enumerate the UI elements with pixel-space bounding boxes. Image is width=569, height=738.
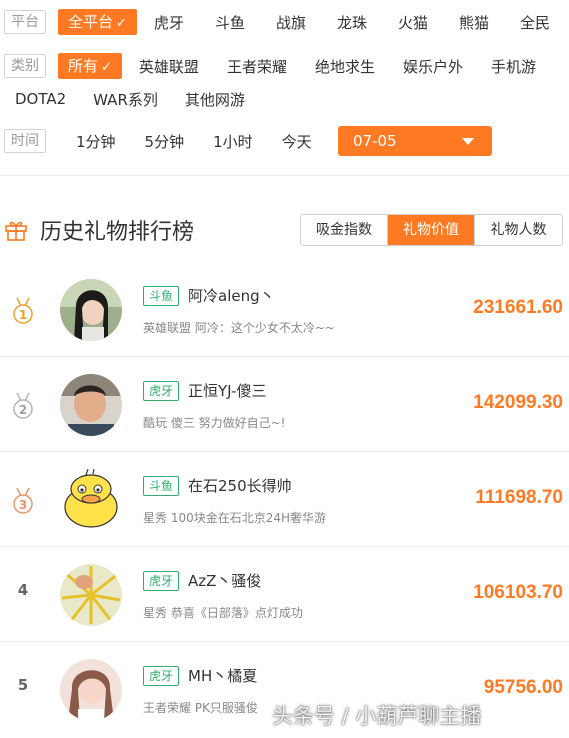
checkmark-icon: ✓ bbox=[116, 16, 127, 31]
category-option-pubg[interactable]: 绝地求生 bbox=[315, 56, 375, 77]
category-option-other[interactable]: 其他网游 bbox=[185, 89, 245, 110]
platform-option-all[interactable]: 全平台 ✓ bbox=[58, 9, 137, 35]
category-filter-row: 类别 所有 ✓ 英雄联盟 王者荣耀 绝地求生 娱乐户外 手机游 bbox=[0, 51, 536, 81]
time-option-1hour[interactable]: 1小时 bbox=[213, 131, 253, 152]
stream-description: 王者荣耀 PK只服骚俊 bbox=[143, 701, 258, 715]
rank-number: 5 bbox=[17, 676, 29, 694]
caret-down-icon bbox=[462, 138, 474, 145]
avatar[interactable] bbox=[60, 564, 122, 626]
ranking-row[interactable]: 1 斗鱼 阿冷aleng丶 英雄联盟 阿冷：这个少女不太冷~~ 231661.6… bbox=[0, 262, 569, 357]
time-option-1min[interactable]: 1分钟 bbox=[76, 131, 116, 152]
streamer-name[interactable]: AzZ丶骚俊 bbox=[188, 570, 261, 591]
platform-badge: 虎牙 bbox=[143, 381, 180, 401]
platform-option-huya[interactable]: 虎牙 bbox=[154, 12, 184, 33]
gift-value: 142099.30 bbox=[473, 392, 563, 413]
category-option-honor-of-kings[interactable]: 王者荣耀 bbox=[227, 56, 287, 77]
avatar[interactable] bbox=[60, 469, 122, 531]
category-option-mobile[interactable]: 手机游 bbox=[491, 56, 536, 77]
svg-text:2: 2 bbox=[19, 403, 27, 417]
tab-gift-count[interactable]: 礼物人数 bbox=[475, 215, 562, 245]
time-filter-label: 时间 bbox=[4, 129, 46, 153]
platform-option-huomao[interactable]: 火猫 bbox=[398, 12, 428, 33]
category-option-dota2[interactable]: DOTA2 bbox=[15, 90, 66, 108]
category-filter-label: 类别 bbox=[4, 54, 46, 78]
gold-medal-icon: 1 bbox=[10, 296, 36, 326]
streamer-name[interactable]: 阿冷aleng丶 bbox=[188, 285, 275, 306]
date-dropdown[interactable]: 07-05 bbox=[338, 126, 492, 156]
ranking-row[interactable]: 4 虎牙 AzZ丶骚俊 星秀 恭喜《日部落》点灯成功 106103.70 bbox=[0, 547, 569, 642]
platform-filter-row: 平台 全平台 ✓ 虎牙 斗鱼 战旗 龙珠 火猫 熊猫 全民 bbox=[0, 7, 550, 37]
time-filter-row: 时间 1分钟 5分钟 1小时 今天 bbox=[0, 126, 312, 156]
time-option-today[interactable]: 今天 bbox=[282, 131, 312, 152]
streamer-name[interactable]: 正恒YJ-傻三 bbox=[188, 380, 266, 401]
platform-badge: 虎牙 bbox=[143, 666, 180, 686]
category-filter-row-2: DOTA2 WAR系列 其他网游 bbox=[0, 84, 245, 114]
avatar[interactable] bbox=[60, 659, 122, 721]
platform-badge: 斗鱼 bbox=[143, 286, 180, 306]
platform-option-quanmin[interactable]: 全民 bbox=[520, 12, 550, 33]
avatar[interactable] bbox=[60, 279, 122, 341]
gift-value: 106103.70 bbox=[473, 582, 563, 603]
streamer-name[interactable]: MH丶橘夏 bbox=[188, 665, 257, 686]
tab-gift-value[interactable]: 礼物价值 bbox=[388, 215, 475, 245]
stream-description: 英雄联盟 阿冷：这个少女不太冷~~ bbox=[143, 321, 335, 335]
stream-description: 星秀 恭喜《日部落》点灯成功 bbox=[143, 606, 303, 620]
section-title: 历史礼物排行榜 bbox=[40, 220, 195, 245]
stream-description: 酷玩 傻三 努力做好自己~! bbox=[143, 416, 286, 430]
platform-badge: 虎牙 bbox=[143, 571, 180, 591]
silver-medal-icon: 2 bbox=[10, 391, 36, 421]
gift-icon bbox=[5, 221, 27, 241]
section-divider bbox=[0, 175, 569, 176]
category-option-all[interactable]: 所有 ✓ bbox=[58, 53, 122, 79]
ranking-tabs: 吸金指数 礼物价值 礼物人数 bbox=[300, 214, 563, 246]
streamer-name[interactable]: 在石250长得帅 bbox=[188, 475, 292, 496]
platform-filter-label: 平台 bbox=[4, 10, 46, 34]
watermark-text: 头条号 / 小葫芦聊主播 bbox=[272, 704, 482, 728]
platform-option-longzhu[interactable]: 龙珠 bbox=[337, 12, 367, 33]
tab-income-index[interactable]: 吸金指数 bbox=[301, 215, 388, 245]
date-dropdown-value: 07-05 bbox=[353, 132, 397, 150]
gift-value: 95756.00 bbox=[483, 677, 563, 698]
bronze-medal-icon: 3 bbox=[10, 486, 36, 516]
platform-option-douyu[interactable]: 斗鱼 bbox=[215, 12, 245, 33]
category-option-entertainment[interactable]: 娱乐户外 bbox=[403, 56, 463, 77]
ranking-row[interactable]: 2 虎牙 正恒YJ-傻三 酷玩 傻三 努力做好自己~! 142099.30 bbox=[0, 357, 569, 452]
gift-value: 111698.70 bbox=[475, 487, 563, 508]
stream-description: 星秀 100块金在石北京24H奢华游 bbox=[143, 511, 327, 525]
avatar[interactable] bbox=[60, 374, 122, 436]
gift-value: 231661.60 bbox=[473, 297, 563, 318]
svg-text:3: 3 bbox=[19, 498, 27, 512]
checkmark-icon: ✓ bbox=[101, 60, 112, 75]
platform-badge: 斗鱼 bbox=[143, 476, 180, 496]
platform-option-zhanqi[interactable]: 战旗 bbox=[276, 12, 306, 33]
category-option-war[interactable]: WAR系列 bbox=[93, 89, 158, 110]
svg-text:1: 1 bbox=[19, 308, 27, 322]
ranking-row[interactable]: 3 斗鱼 在石250长得帅 星秀 100块金在石北京24H奢华游 111698.… bbox=[0, 452, 569, 547]
platform-option-panda[interactable]: 熊猫 bbox=[459, 12, 489, 33]
time-option-5min[interactable]: 5分钟 bbox=[145, 131, 185, 152]
rank-number: 4 bbox=[17, 581, 29, 599]
category-option-lol[interactable]: 英雄联盟 bbox=[139, 56, 199, 77]
